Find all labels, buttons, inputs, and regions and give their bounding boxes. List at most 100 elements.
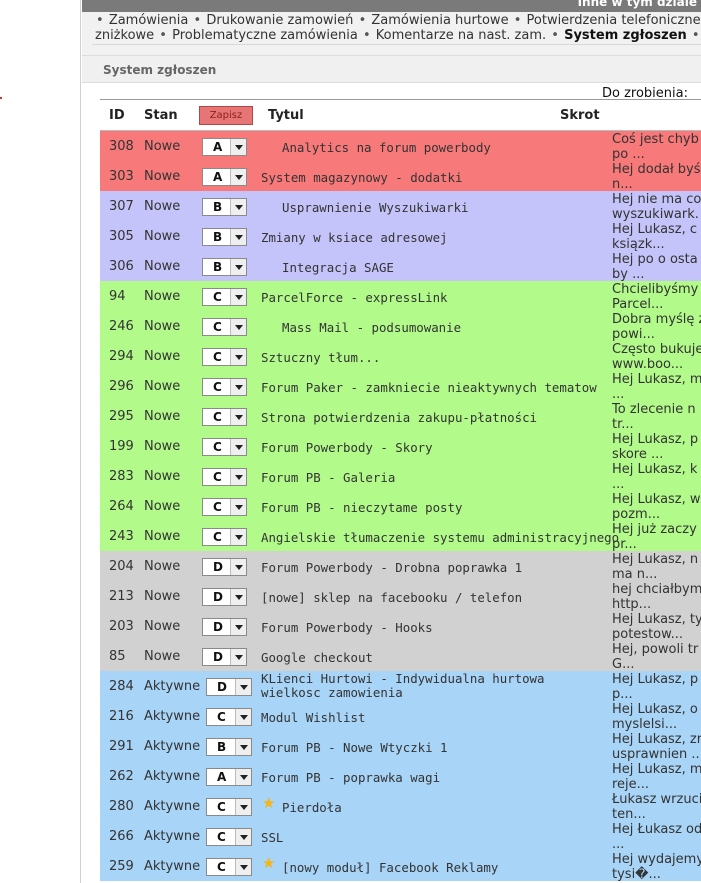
table-row[interactable]: 296 Nowe C Forum Paker - zamkniecie nieakty… (100, 371, 701, 402)
table-row[interactable]: 85 Nowe D Google checkout Hej, powoli tr G..… (100, 641, 701, 672)
table-row[interactable]: 284 Aktywne D KLienci Hurtowi - Indywidualn… (100, 671, 701, 702)
priority-select[interactable]: C (202, 288, 247, 306)
ticket-summary: Łukasz wrzuci ten... (612, 792, 701, 822)
ticket-title-link[interactable]: ParcelForce - expressLink (261, 290, 448, 305)
ticket-title-link[interactable]: [nowe] sklep na facebooku / telefon (261, 590, 522, 605)
save-button[interactable]: Zapisz (199, 106, 253, 125)
table-row[interactable]: 204 Nowe D Forum Powerbody - Drobna poprawk… (100, 551, 701, 582)
table-row[interactable]: 295 Nowe C Strona potwierdzenia zakupu-płat… (100, 401, 701, 432)
ticket-title-link[interactable]: Zmiany w ksiace adresowej (261, 230, 448, 245)
priority-select[interactable]: C (206, 858, 252, 876)
table-row[interactable]: 264 Nowe C Forum PB - nieczytame posty Hej L… (100, 491, 701, 522)
priority-select[interactable]: D (202, 648, 247, 666)
priority-value: C (213, 380, 222, 394)
table-row[interactable]: 203 Nowe D Forum Powerbody - Hooks Hej Lukas… (100, 611, 701, 642)
ticket-summary: Hej Lukasz, o myslelsi... (612, 702, 698, 732)
ticket-title-link[interactable]: Mass Mail - podsumowanie (282, 320, 461, 335)
chevron-down-icon (230, 259, 246, 275)
ticket-title-link[interactable]: [nowy moduł] Facebook Reklamy (282, 860, 498, 875)
ticket-title-link[interactable]: Forum Powerbody - Skory (261, 440, 433, 455)
priority-select[interactable]: C (202, 438, 247, 456)
chevron-down-icon (230, 169, 246, 185)
priority-value: C (217, 830, 226, 844)
table-row[interactable]: 243 Nowe C Angielskie tłumaczenie systemu a… (100, 521, 701, 552)
menu-link[interactable]: zniżkowe (95, 28, 154, 43)
ticket-title-link[interactable]: Strona potwierdzenia zakupu-płatności (261, 410, 537, 425)
table-row[interactable]: 259 Aktywne C ★ [nowy moduł] Facebook Reklam… (100, 851, 701, 882)
ticket-title-link[interactable]: KLienci Hurtowi - Indywidualna hurtowa w… (261, 672, 591, 700)
ticket-title-link[interactable]: Forum PB - nieczytame posty (261, 500, 462, 515)
ticket-title-link[interactable]: Google checkout (261, 650, 373, 665)
menu-link[interactable]: Zamówienia hurtowe (371, 13, 508, 28)
table-row[interactable]: 283 Nowe C Forum PB - Galeria Hej Lukasz, k … (100, 461, 701, 492)
ticket-title-link[interactable]: Angielskie tłumaczenie systemu administr… (261, 530, 619, 545)
priority-select[interactable]: B (206, 738, 252, 756)
table-row[interactable]: 216 Aktywne C Modul Wishlist Hej Lukasz, o m… (100, 701, 701, 732)
chevron-down-icon (230, 349, 246, 365)
table-row[interactable]: 94 Nowe C ParcelForce - expressLink Chcielib… (100, 281, 701, 312)
table-row[interactable]: 266 Aktywne C SSL Hej Łukasz od ... (100, 821, 701, 852)
menu-link[interactable]: Problematyczne zamówienia (172, 28, 358, 43)
table-row[interactable]: 294 Nowe C Sztuczny tłum... Często bukuje ww… (100, 341, 701, 372)
priority-select[interactable]: A (206, 768, 252, 786)
ticket-title-link[interactable]: Integracja SAGE (282, 260, 394, 275)
ticket-title-link[interactable]: Forum Powerbody - Hooks (261, 620, 433, 635)
ticket-title-link[interactable]: System magazynowy - dodatki (261, 170, 462, 185)
priority-select[interactable]: C (206, 828, 252, 846)
ticket-title-link[interactable]: Forum PB - poprawka wagi (261, 770, 440, 785)
ticket-title-link[interactable]: Analytics na forum powerbody (282, 140, 491, 155)
chevron-down-icon (235, 859, 251, 875)
menu-link[interactable]: Drukowanie zamowień (206, 13, 353, 28)
priority-select[interactable]: C (202, 318, 247, 336)
priority-select[interactable]: C (202, 408, 247, 426)
priority-select[interactable]: C (202, 378, 247, 396)
table-row[interactable]: 303 Nowe A System magazynowy - dodatki Hej d… (100, 161, 701, 192)
priority-select[interactable]: B (202, 258, 247, 276)
priority-select[interactable]: C (202, 468, 247, 486)
ticket-title-link[interactable]: Forum PB - Galeria (261, 470, 395, 485)
table-row[interactable]: 213 Nowe D [nowe] sklep na facebooku / tele… (100, 581, 701, 612)
priority-select[interactable]: D (202, 588, 247, 606)
menu-link[interactable]: Zamówienia (109, 13, 189, 28)
table-row[interactable]: 199 Nowe C Forum Powerbody - Skory Hej Lukas… (100, 431, 701, 462)
priority-select[interactable]: C (206, 708, 252, 726)
chevron-down-icon (230, 319, 246, 335)
ticket-title-link[interactable]: Modul Wishlist (261, 710, 365, 725)
table-row[interactable]: 305 Nowe B Zmiany w ksiace adresowej Hej Luk… (100, 221, 701, 252)
table-row[interactable]: 307 Nowe B Usprawnienie Wyszukiwarki Hej nie… (100, 191, 701, 222)
priority-select[interactable]: C (202, 528, 247, 546)
table-row[interactable]: 306 Nowe B Integracja SAGE Hej po o osta by … (100, 251, 701, 282)
ticket-id: 94 (109, 289, 126, 304)
table-row[interactable]: 262 Aktywne A Forum PB - poprawka wagi Hej L… (100, 761, 701, 792)
table-row[interactable]: 280 Aktywne C ★ Pierdoła Łukasz wrzuci ten... (100, 791, 701, 822)
menu-link[interactable]: Komentarze na nast. zam. (376, 28, 546, 43)
ticket-id: 280 (109, 799, 134, 814)
priority-select[interactable]: D (202, 618, 247, 636)
menu-link[interactable]: Potwierdzenia telefoniczne (527, 13, 701, 28)
table-row[interactable]: 246 Nowe C Mass Mail - podsumowanie Dobra my… (100, 311, 701, 342)
priority-select[interactable]: C (202, 498, 247, 516)
star-icon: ★ (262, 794, 276, 812)
ticket-title-link[interactable]: SSL (261, 830, 283, 845)
priority-select[interactable]: C (206, 798, 252, 816)
table-row[interactable]: 291 Aktywne B Forum PB - Nowe Wtyczki 1 Hej … (100, 731, 701, 762)
chevron-down-icon (230, 649, 246, 665)
column-header-id: ID (109, 108, 125, 123)
priority-select[interactable]: C (202, 348, 247, 366)
chevron-down-icon (235, 799, 251, 815)
ticket-title-link[interactable]: Sztuczny tłum... (261, 350, 380, 365)
table-row[interactable]: 308 Nowe A Analytics na forum powerbody Coś … (100, 131, 701, 162)
priority-select[interactable]: B (202, 198, 247, 216)
priority-select[interactable]: D (206, 678, 252, 696)
priority-select[interactable]: B (202, 228, 247, 246)
priority-select[interactable]: D (202, 558, 247, 576)
priority-select[interactable]: A (202, 168, 247, 186)
ticket-title-link[interactable]: Forum Paker - zamkniecie nieaktywnych te… (261, 380, 597, 395)
ticket-title-link[interactable]: Forum Powerbody - Drobna poprawka 1 (261, 560, 522, 575)
ticket-title-link[interactable]: Usprawnienie Wyszukiwarki (282, 200, 469, 215)
ticket-title-link[interactable]: Pierdoła (282, 800, 342, 815)
menu-link[interactable]: System zgłoszen (564, 28, 687, 43)
priority-select[interactable]: A (202, 138, 247, 156)
ticket-title-link[interactable]: Forum PB - Nowe Wtyczki 1 (261, 740, 448, 755)
ticket-status: Nowe (144, 289, 181, 304)
